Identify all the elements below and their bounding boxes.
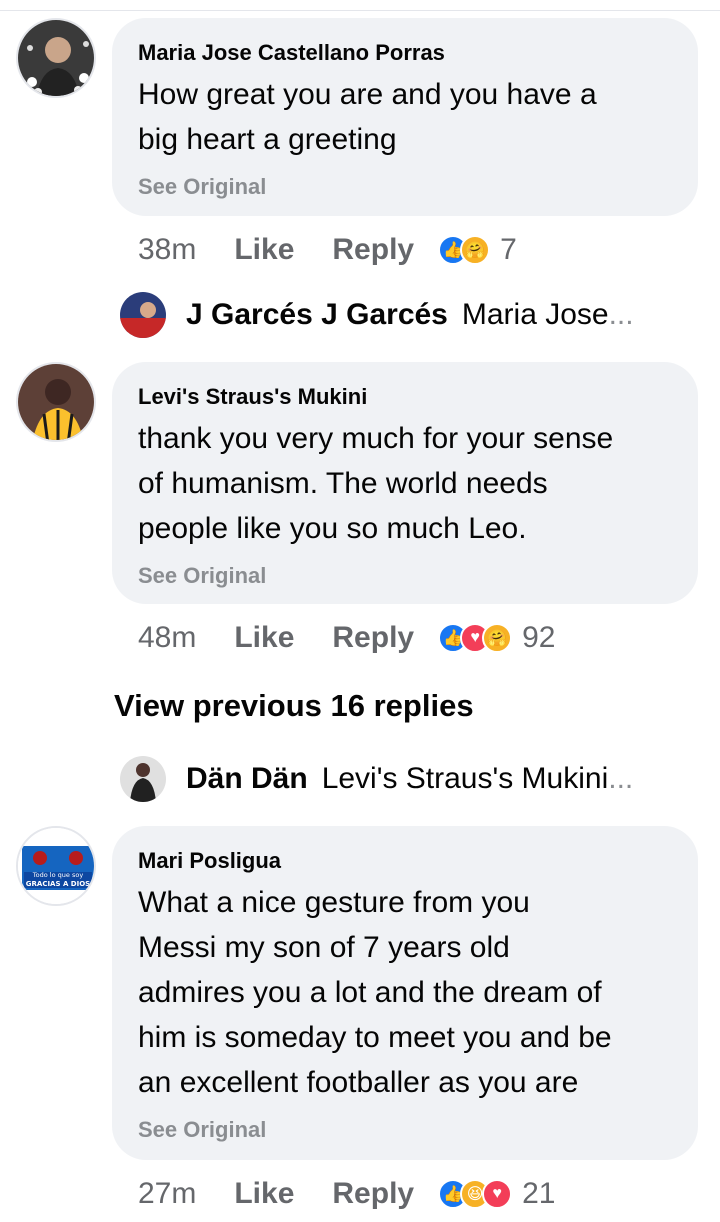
reply-author[interactable]: J Garcés J Garcés xyxy=(186,298,448,332)
see-original-link[interactable]: See Original xyxy=(138,563,672,589)
reply-button[interactable]: Reply xyxy=(332,233,414,267)
reply-button[interactable]: Reply xyxy=(332,1177,414,1211)
reactions-summary[interactable]: 👍 😆 ♥ 21 xyxy=(438,1177,555,1211)
reaction-count: 7 xyxy=(500,233,517,266)
reply-author[interactable]: Dän Dän xyxy=(186,762,308,796)
like-button[interactable]: Like xyxy=(234,1177,294,1211)
comment-line: people like you so much Leo. xyxy=(138,512,527,545)
comment-text: How great you are and you have a big hea… xyxy=(138,72,672,162)
avatar-photo xyxy=(18,364,94,440)
reply-preview-row[interactable]: J Garcés J Garcés Maria Jose... xyxy=(120,290,634,340)
avatar-photo: Todo lo que soy GRACIAS A DIOS xyxy=(18,828,94,904)
comment-line: What a nice gesture from you xyxy=(138,886,530,919)
timestamp[interactable]: 27m xyxy=(138,1177,196,1211)
reaction-count: 21 xyxy=(522,1177,556,1210)
avatar-photo xyxy=(18,20,94,96)
comment-actions: 27m Like Reply 👍 😆 ♥ 21 xyxy=(138,1174,555,1214)
reply-preview-row[interactable]: Dän Dän Levi's Straus's Mukini... xyxy=(120,754,633,804)
avatar xyxy=(120,292,166,338)
avatar[interactable] xyxy=(16,362,96,442)
view-previous-replies-link[interactable]: View previous 16 replies xyxy=(114,688,474,724)
comment-author[interactable]: Mari Posligua xyxy=(138,848,672,874)
avatar[interactable]: Todo lo que soy GRACIAS A DIOS xyxy=(16,826,96,906)
reactions-summary[interactable]: 👍 ♥ 🤗 92 xyxy=(438,621,555,655)
care-icon: 🤗 xyxy=(482,623,513,653)
reactions-summary[interactable]: 👍 🤗 7 xyxy=(438,233,517,267)
like-button[interactable]: Like xyxy=(234,233,294,267)
timestamp[interactable]: 38m xyxy=(138,233,196,267)
top-divider xyxy=(0,10,720,11)
comment-line: of humanism. The world needs xyxy=(138,467,548,500)
comment-author[interactable]: Maria Jose Castellano Porras xyxy=(138,40,672,66)
comment-line: thank you very much for your sense xyxy=(138,422,614,455)
comment-line: admires you a lot and the dream of xyxy=(138,976,602,1009)
reply-preview-text: Levi's Straus's Mukini xyxy=(321,762,609,795)
reply-preview-text: Maria Jose xyxy=(461,298,609,331)
reaction-count: 92 xyxy=(522,621,556,654)
timestamp[interactable]: 48m xyxy=(138,621,196,655)
comment-actions: 38m Like Reply 👍 🤗 7 xyxy=(138,230,517,270)
comment-line: big heart a greeting xyxy=(138,123,397,156)
reply-button[interactable]: Reply xyxy=(332,621,414,655)
ellipsis: ... xyxy=(608,762,634,795)
comment-line: an excellent footballer as you are xyxy=(138,1066,579,1099)
see-original-link[interactable]: See Original xyxy=(138,1117,672,1143)
comment-author[interactable]: Levi's Straus's Mukini xyxy=(138,384,672,410)
avatar-caption-1: Todo lo que soy xyxy=(32,871,84,879)
avatar[interactable] xyxy=(16,18,96,98)
avatar-caption-2: GRACIAS A DIOS xyxy=(26,880,90,888)
comment-line: How great you are and you have a xyxy=(138,78,597,111)
ellipsis: ... xyxy=(608,298,634,331)
comment-bubble: Levi's Straus's Mukini thank you very mu… xyxy=(112,362,698,604)
see-original-link[interactable]: See Original xyxy=(138,174,672,200)
comment-line: Messi my son of 7 years old xyxy=(138,931,510,964)
comment-bubble: Mari Posligua What a nice gesture from y… xyxy=(112,826,698,1160)
comment-line: him is someday to meet you and be xyxy=(138,1021,612,1054)
comment-text: thank you very much for your sense of hu… xyxy=(138,416,672,551)
avatar-photo xyxy=(120,756,166,802)
love-icon: ♥ xyxy=(482,1179,513,1209)
avatar-photo xyxy=(120,292,166,338)
care-icon: 🤗 xyxy=(460,235,491,265)
comment-bubble: Maria Jose Castellano Porras How great y… xyxy=(112,18,698,216)
comment-actions: 48m Like Reply 👍 ♥ 🤗 92 xyxy=(138,618,555,658)
like-button[interactable]: Like xyxy=(234,621,294,655)
avatar xyxy=(120,756,166,802)
comment-text: What a nice gesture from you Messi my so… xyxy=(138,880,672,1105)
